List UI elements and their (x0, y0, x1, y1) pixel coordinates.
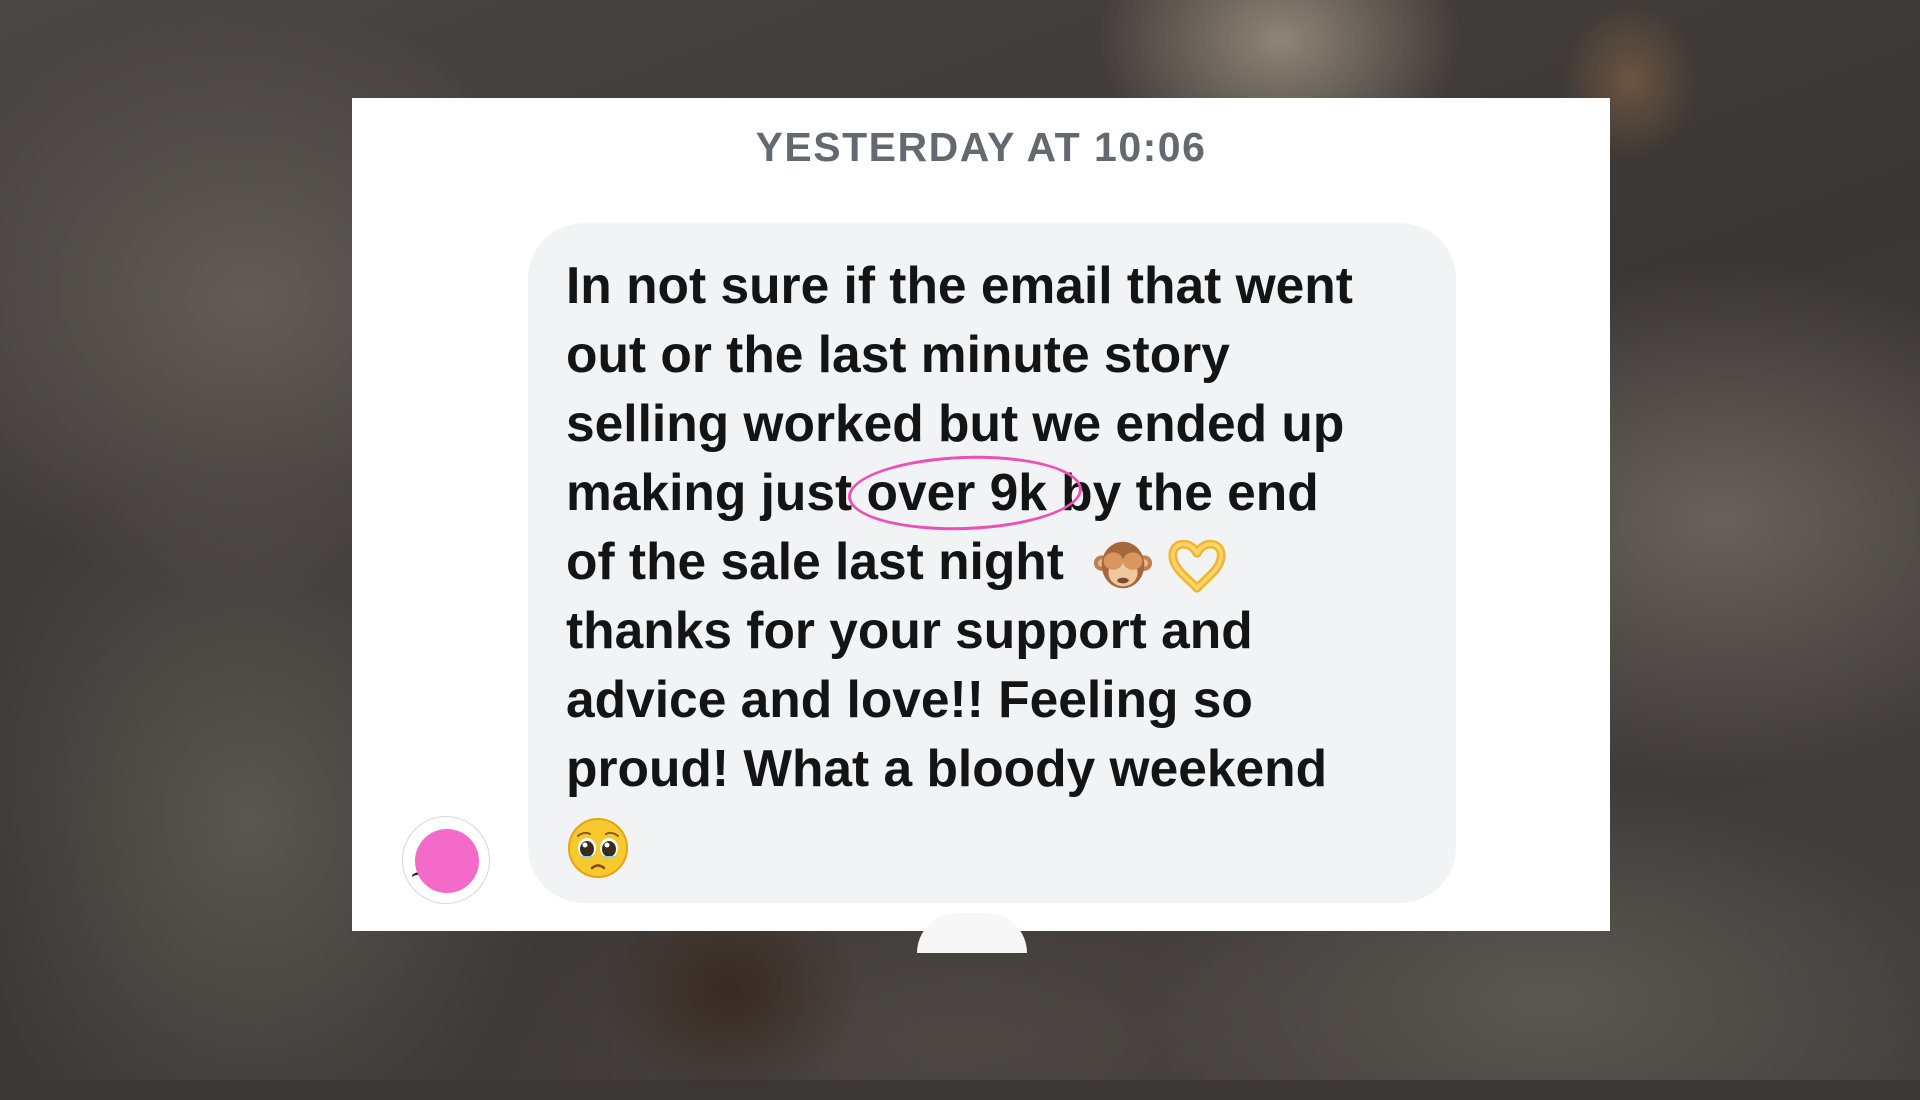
see-no-evil-monkey-icon (1094, 542, 1153, 589)
message-bubble[interactable]: In not sure if the email that went out o… (528, 223, 1456, 903)
message-line: out or the last minute story (566, 325, 1230, 383)
message-line: advice and love!! Feeling so (566, 670, 1253, 729)
message-line: proud! What a bloody weekend (566, 739, 1328, 798)
message-line (566, 809, 1446, 879)
avatar-redaction (415, 829, 479, 893)
message-line: of the sale last night (566, 527, 1446, 596)
message-line: selling worked but we ended up (566, 394, 1345, 452)
highlighted-amount: over 9k (847, 451, 1084, 535)
message-text-part: by the end (1046, 463, 1319, 521)
message-text: In not sure if the email that went out o… (566, 251, 1446, 880)
message-text-part: making just (566, 463, 867, 521)
message-line: In not sure if the email that went (566, 256, 1353, 314)
message-screenshot-card: YESTERDAY AT 10:06 In not sure if the em… (352, 98, 1610, 953)
sender-avatar[interactable]: ~ (402, 816, 490, 904)
next-message-edge (917, 913, 1027, 953)
message-line: making just over 9k by the end (566, 451, 1446, 535)
message-line: thanks for your support and (566, 601, 1253, 660)
message-timestamp: YESTERDAY AT 10:06 (755, 124, 1207, 170)
message-text-part: of the sale last night (566, 532, 1064, 590)
heart-hands-icon (1168, 540, 1226, 593)
pleading-face-icon (568, 817, 628, 878)
